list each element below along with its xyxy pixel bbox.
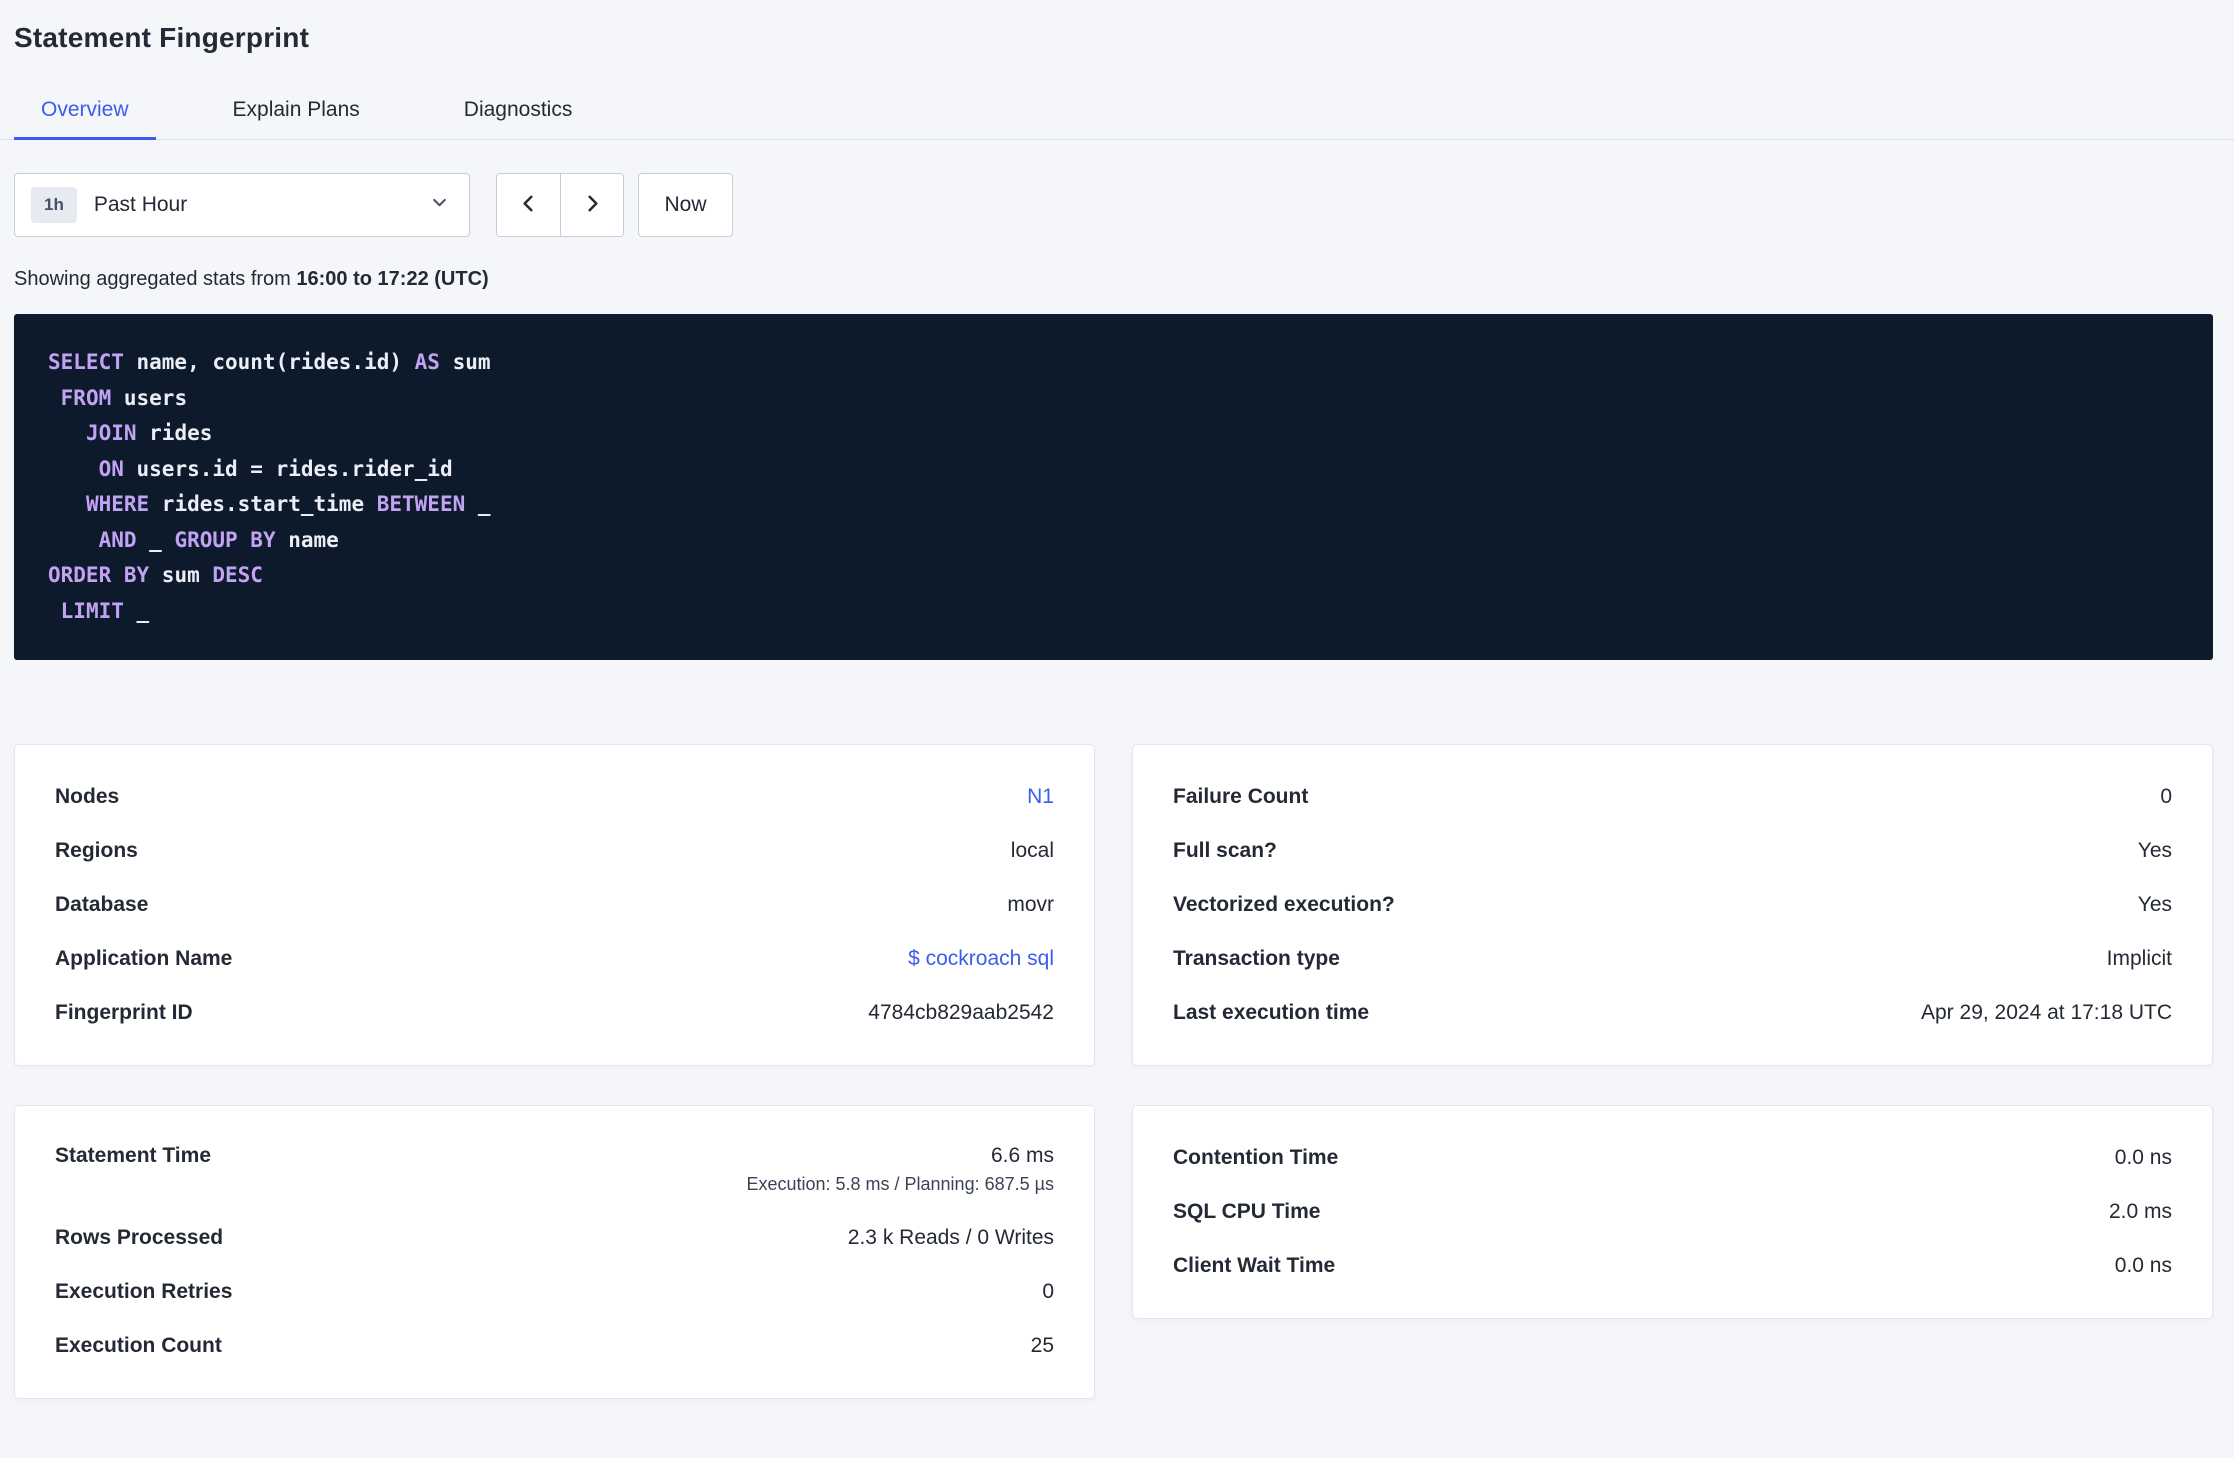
rows-processed-label: Rows Processed bbox=[55, 1226, 224, 1249]
regions-label: Regions bbox=[55, 839, 138, 862]
application-name-label: Application Name bbox=[55, 947, 233, 970]
failure-count-value: 0 bbox=[2160, 785, 2172, 808]
application-name-link[interactable]: $ cockroach sql bbox=[908, 947, 1054, 971]
contention-time-label: Contention Time bbox=[1173, 1146, 1339, 1169]
table-row: Client Wait Time 0.0 ns bbox=[1173, 1239, 2172, 1293]
vectorized-value: Yes bbox=[2137, 893, 2172, 916]
table-row: Statement Time 6.6 ms Execution: 5.8 ms … bbox=[55, 1131, 1054, 1211]
table-row: Transaction type Implicit bbox=[1173, 932, 2172, 986]
contention-time-value: 0.0 ns bbox=[2114, 1146, 2172, 1169]
table-row: Full scan? Yes bbox=[1173, 824, 2172, 878]
table-row: Contention Time 0.0 ns bbox=[1173, 1131, 2172, 1185]
interval-label: Past Hour bbox=[93, 193, 188, 216]
chevron-right-icon bbox=[581, 192, 604, 218]
table-row: Application Name $ cockroach sql bbox=[55, 932, 1054, 986]
interval-pager bbox=[496, 173, 624, 237]
vectorized-label: Vectorized execution? bbox=[1173, 893, 1395, 916]
execution-count-value: 25 bbox=[1030, 1334, 1054, 1357]
database-label: Database bbox=[55, 893, 149, 916]
statement-timing-card: Statement Time 6.6 ms Execution: 5.8 ms … bbox=[14, 1105, 1095, 1399]
full-scan-label: Full scan? bbox=[1173, 839, 1277, 862]
page-title: Statement Fingerprint bbox=[14, 22, 310, 53]
nodes-link[interactable]: N1 bbox=[1027, 785, 1054, 809]
client-wait-time-value: 0.0 ns bbox=[2114, 1254, 2172, 1277]
table-row: Last execution time Apr 29, 2024 at 17:1… bbox=[1173, 986, 2172, 1040]
failure-count-label: Failure Count bbox=[1173, 785, 1309, 808]
execution-count-label: Execution Count bbox=[55, 1334, 222, 1357]
fingerprint-id-value: 4784cb829aab2542 bbox=[868, 1001, 1054, 1024]
statement-time-value: 6.6 ms bbox=[990, 1144, 1054, 1167]
time-controls: 1h Past Hour Now bbox=[14, 173, 2213, 237]
table-row: Fingerprint ID 4784cb829aab2542 bbox=[55, 986, 1054, 1040]
sql-statement-box: SELECT name, count(rides.id) AS sum FROM… bbox=[14, 314, 2213, 660]
database-value: movr bbox=[1007, 893, 1054, 916]
interval-badge: 1h bbox=[31, 187, 77, 223]
execution-retries-value: 0 bbox=[1042, 1280, 1054, 1303]
table-row: Database movr bbox=[55, 878, 1054, 932]
table-row: Regions local bbox=[55, 824, 1054, 878]
execution-retries-label: Execution Retries bbox=[55, 1280, 233, 1303]
statement-info-card: Nodes N1 Regions local Database movr App… bbox=[14, 744, 1095, 1066]
stats-line-prefix: Showing aggregated stats from bbox=[14, 268, 297, 290]
transaction-type-value: Implicit bbox=[2106, 947, 2172, 970]
aggregated-stats-line: Showing aggregated stats from 16:00 to 1… bbox=[14, 268, 2213, 291]
table-row: Execution Retries 0 bbox=[55, 1265, 1054, 1319]
execution-attributes-card: Failure Count 0 Full scan? Yes Vectorize… bbox=[1132, 744, 2213, 1066]
fingerprint-id-label: Fingerprint ID bbox=[55, 1001, 193, 1024]
last-execution-time-label: Last execution time bbox=[1173, 1001, 1370, 1024]
statement-time-value-group: 6.6 ms Execution: 5.8 ms / Planning: 687… bbox=[746, 1144, 1054, 1195]
chevron-down-icon bbox=[430, 193, 449, 217]
sql-cpu-time-label: SQL CPU Time bbox=[1173, 1200, 1321, 1223]
table-row: Execution Count 25 bbox=[55, 1319, 1054, 1373]
full-scan-value: Yes bbox=[2137, 839, 2172, 862]
prev-interval-button[interactable] bbox=[497, 174, 560, 236]
sql-code: SELECT name, count(rides.id) AS sum FROM… bbox=[48, 350, 491, 623]
now-button[interactable]: Now bbox=[638, 173, 733, 237]
tab-explain-plans[interactable]: Explain Plans bbox=[206, 82, 387, 140]
rows-processed-value: 2.3 k Reads / 0 Writes bbox=[847, 1226, 1054, 1249]
last-execution-time-value: Apr 29, 2024 at 17:18 UTC bbox=[1921, 1001, 2172, 1024]
time-interval-dropdown[interactable]: 1h Past Hour bbox=[14, 173, 470, 237]
timing-cards-row: Statement Time 6.6 ms Execution: 5.8 ms … bbox=[14, 1105, 2213, 1399]
page-content: 1h Past Hour Now Showing aggregated stat… bbox=[0, 173, 2234, 1399]
client-wait-time-label: Client Wait Time bbox=[1173, 1254, 1336, 1277]
next-interval-button[interactable] bbox=[560, 174, 623, 236]
table-row: Nodes N1 bbox=[55, 770, 1054, 824]
table-row: Rows Processed 2.3 k Reads / 0 Writes bbox=[55, 1211, 1054, 1265]
table-row: Vectorized execution? Yes bbox=[1173, 878, 2172, 932]
stats-line-range: 16:00 to 17:22 (UTC) bbox=[296, 268, 489, 290]
chevron-left-icon bbox=[517, 192, 540, 218]
summary-cards-row: Nodes N1 Regions local Database movr App… bbox=[14, 744, 2213, 1066]
tab-diagnostics[interactable]: Diagnostics bbox=[437, 82, 600, 140]
sql-cpu-time-value: 2.0 ms bbox=[2108, 1200, 2172, 1223]
table-row: SQL CPU Time 2.0 ms bbox=[1173, 1185, 2172, 1239]
regions-value: local bbox=[1010, 839, 1054, 862]
wait-time-card: Contention Time 0.0 ns SQL CPU Time 2.0 … bbox=[1132, 1105, 2213, 1319]
nodes-label: Nodes bbox=[55, 785, 120, 808]
table-row: Failure Count 0 bbox=[1173, 770, 2172, 824]
statement-time-breakdown: Execution: 5.8 ms / Planning: 687.5 µs bbox=[746, 1174, 1054, 1194]
tab-bar: Overview Explain Plans Diagnostics bbox=[0, 82, 2234, 140]
tab-overview[interactable]: Overview bbox=[14, 82, 156, 140]
statement-time-label: Statement Time bbox=[55, 1144, 211, 1167]
transaction-type-label: Transaction type bbox=[1173, 947, 1340, 970]
